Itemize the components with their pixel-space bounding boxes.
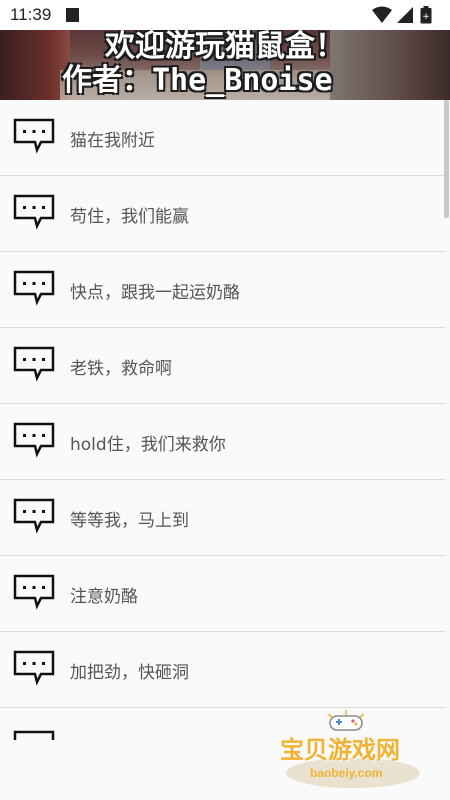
svg-text:+: + <box>422 12 430 22</box>
list-item[interactable]: 注意奶酪 <box>0 556 445 632</box>
quick-message-list[interactable]: 猫在我附近 苟住，我们能赢 快点，跟我一起运奶酪 老铁，救命啊 hold住，我们… <box>0 100 445 740</box>
message-bubble-icon <box>13 498 55 534</box>
message-bubble-icon <box>13 422 55 458</box>
scrollbar[interactable] <box>444 100 449 218</box>
message-bubble-icon <box>13 346 55 382</box>
banner-author: 作者：The_Bnoise <box>62 63 333 98</box>
list-item[interactable]: 快点，跟我一起运奶酪 <box>0 252 445 328</box>
list-item[interactable]: 猫在我附近 <box>0 100 445 176</box>
list-item[interactable]: 等等我，马上到 <box>0 480 445 556</box>
status-icons: + <box>372 6 442 24</box>
list-item-label: 加把劲，快砸洞 <box>70 663 189 683</box>
list-item-label: 苟住，我们能赢 <box>70 207 189 227</box>
status-time: 11:39 <box>10 5 52 24</box>
list-item-label: 老铁，救命啊 <box>70 359 172 379</box>
gamepad-icon <box>327 710 365 731</box>
watermark-url: baobeiy.com <box>310 766 383 780</box>
message-bubble-icon <box>13 574 55 610</box>
battery-icon: + <box>420 6 432 24</box>
list-item-label: 注意奶酪 <box>70 587 138 607</box>
banner-title: 欢迎游玩猫鼠盒！ <box>105 30 345 64</box>
signal-icon <box>397 7 413 23</box>
status-bar: 11:39 + <box>0 0 450 30</box>
message-bubble-icon <box>13 730 55 740</box>
list-item[interactable]: hold住，我们来救你 <box>0 404 445 480</box>
watermark: 宝贝游戏网 baobeiy.com <box>268 710 438 790</box>
list-item[interactable]: 加把劲，快砸洞 <box>0 632 445 708</box>
message-bubble-icon <box>13 118 55 154</box>
wifi-icon <box>372 6 392 23</box>
list-item[interactable]: 老铁，救命啊 <box>0 328 445 404</box>
list-item[interactable]: 苟住，我们能赢 <box>0 176 445 252</box>
message-bubble-icon <box>13 270 55 306</box>
message-bubble-icon <box>13 194 55 230</box>
list-item-label: 猫在我附近 <box>70 131 155 151</box>
list-item-label: 等等我，马上到 <box>70 511 189 531</box>
welcome-banner: 欢迎游玩猫鼠盒！ 作者：The_Bnoise <box>0 30 450 100</box>
list-item-label: 快点，跟我一起运奶酪 <box>70 283 240 303</box>
watermark-text: 宝贝游戏网 <box>280 736 400 764</box>
list-item-label: hold住，我们来救你 <box>70 435 226 455</box>
notification-icon <box>66 8 79 22</box>
message-bubble-icon <box>13 650 55 686</box>
